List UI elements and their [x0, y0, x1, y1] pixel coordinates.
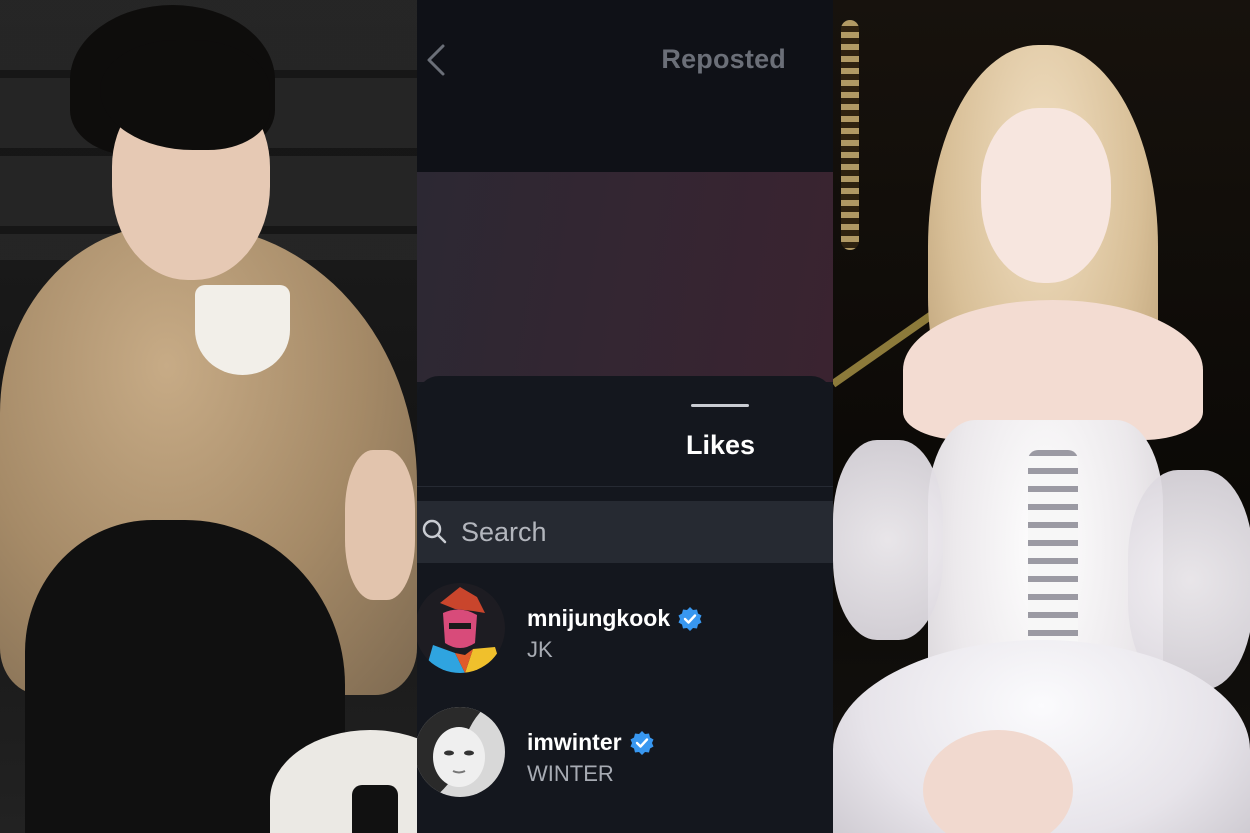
search-input[interactable] [459, 515, 803, 549]
photo-avatar-image [417, 707, 505, 797]
tab-divider [417, 486, 833, 487]
active-tab-indicator [691, 404, 749, 407]
username: imwinter [527, 729, 622, 755]
reposted-title[interactable]: Reposted [661, 44, 786, 75]
likes-sheet: Likes mnij [417, 376, 833, 833]
cartoon-avatar[interactable] [417, 583, 505, 673]
tab-likes[interactable]: Likes [686, 430, 755, 461]
right-portrait-photo [833, 0, 1250, 833]
user-row-mnijungkook[interactable]: mnijungkook JK [417, 575, 833, 685]
app-likes-screen: Reposted Likes Search mnijungkook JK imw… [417, 0, 833, 833]
search-bar[interactable] [417, 501, 833, 563]
white-shirt-collar [195, 285, 290, 375]
search-icon [422, 519, 447, 544]
left-portrait-photo [0, 0, 417, 833]
sheer-sleeve-left [833, 440, 943, 640]
shoulders [903, 300, 1203, 440]
top-bar: Reposted [417, 0, 833, 172]
full-name: WINTER [527, 761, 614, 786]
verified-badge-icon [678, 606, 702, 631]
verified-badge-icon [630, 730, 654, 755]
black-bottle [352, 785, 398, 833]
stage-lights [841, 20, 859, 250]
username: mnijungkook [527, 605, 671, 631]
corset-lacing [1028, 450, 1078, 670]
face [981, 108, 1111, 283]
tattooed-hand [345, 450, 415, 600]
chevron-left-icon[interactable] [421, 40, 453, 80]
post-preview [417, 172, 833, 382]
cartoon-avatar-image [417, 583, 505, 673]
user-row-imwinter[interactable]: imwinter WINTER [417, 701, 833, 811]
photo-avatar[interactable] [417, 707, 505, 797]
full-name: JK [527, 637, 553, 662]
